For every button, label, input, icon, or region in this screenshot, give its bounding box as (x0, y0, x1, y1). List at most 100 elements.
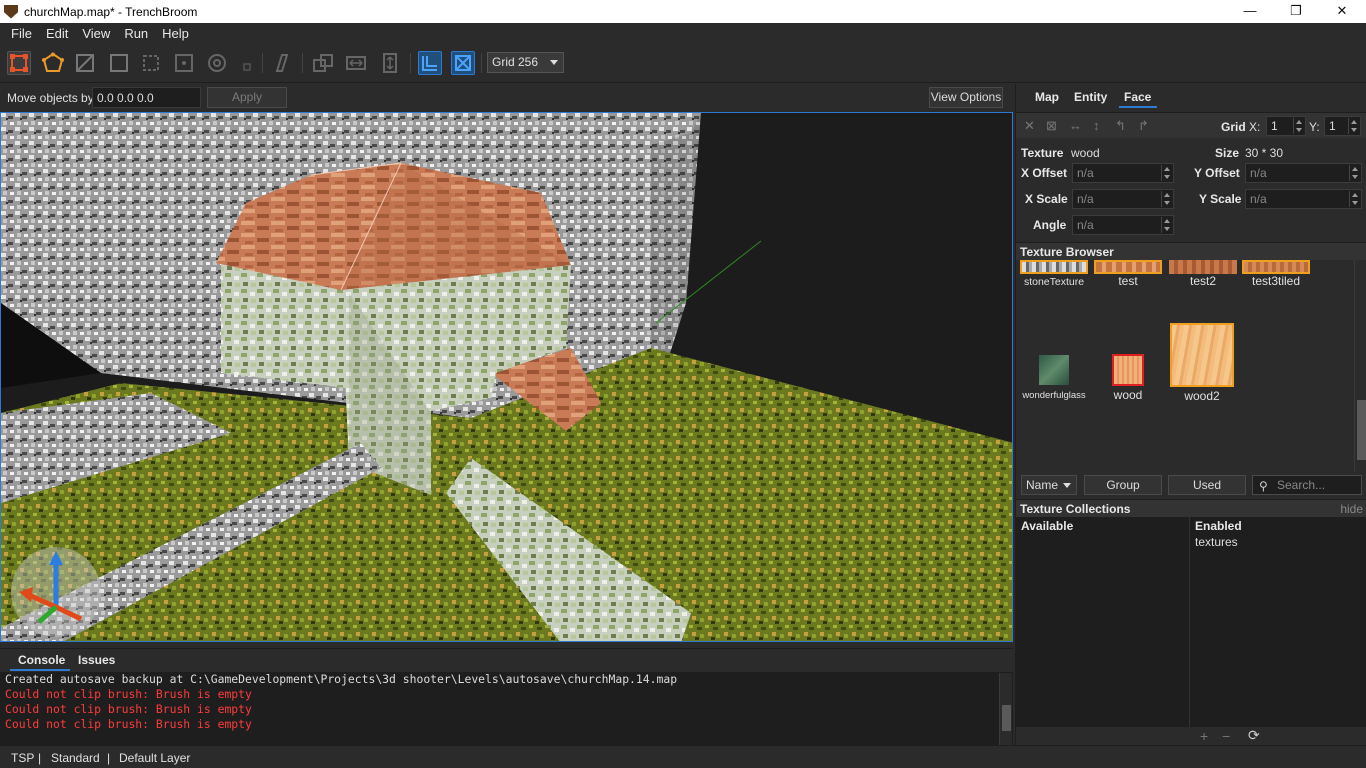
3d-viewport[interactable] (0, 112, 1013, 642)
move-objects-bar: Move objects by 0.0 0.0 0.0 Apply View O… (0, 84, 1013, 112)
texture-item[interactable]: test2 (1168, 260, 1238, 288)
grid-x-label: X: (1249, 120, 1261, 134)
bottom-tab-bar: Console Issues (0, 648, 1013, 672)
tab-console[interactable]: Console (18, 653, 65, 667)
shear-tool-icon[interactable] (235, 51, 259, 75)
move-objects-input[interactable]: 0.0 0.0 0.0 (92, 87, 201, 108)
vertex-tool-icon[interactable] (41, 51, 65, 75)
texture-grid: stoneTexture test test2 test3tiled wonde… (1016, 260, 1354, 472)
console-line: Could not clip brush: Brush is empty (5, 687, 252, 701)
size-label: Size (1215, 146, 1240, 160)
texture-name: wonderfulglass (1022, 390, 1086, 401)
add-collection-icon[interactable]: + (1200, 728, 1208, 744)
tab-entity[interactable]: Entity (1074, 90, 1107, 104)
scrollbar-thumb[interactable] (1002, 705, 1011, 731)
menu-view[interactable]: View (75, 26, 117, 41)
console-scrollbar[interactable] (999, 673, 1012, 745)
scrollbar-thumb[interactable] (1357, 400, 1366, 460)
refresh-icon[interactable]: ⟳ (1248, 727, 1260, 744)
x-scale-field[interactable]: n/a (1072, 189, 1174, 209)
x-scale-label: X Scale (1025, 192, 1068, 206)
clip-tool-icon[interactable] (139, 51, 163, 75)
console-line: Created autosave backup at C:\GameDevelo… (5, 672, 678, 686)
active-tab-indicator (1119, 106, 1157, 108)
rotate-tool-icon[interactable] (172, 51, 196, 75)
texture-lock-icon[interactable] (418, 51, 442, 75)
texture-name: test3tiled (1251, 274, 1301, 288)
y-scale-field[interactable]: n/a (1245, 189, 1362, 209)
minimize-button[interactable]: — (1227, 0, 1273, 23)
collection-item[interactable]: textures (1195, 535, 1238, 549)
menu-file[interactable]: File (4, 26, 39, 41)
menu-edit[interactable]: Edit (39, 26, 75, 41)
texture-thumbnail (1169, 260, 1237, 274)
search-icon: ⚲ (1259, 479, 1268, 493)
search-input[interactable]: ⚲ Search... (1252, 475, 1362, 495)
texture-thumbnail (1170, 323, 1234, 387)
menu-run[interactable]: Run (117, 26, 155, 41)
tab-face[interactable]: Face (1124, 90, 1151, 104)
menu-help[interactable]: Help (155, 26, 196, 41)
chevron-down-icon (1063, 483, 1071, 488)
reset-icon[interactable]: ✕ (1024, 118, 1035, 134)
flip-horizontal-icon[interactable]: ↔ (1069, 118, 1082, 133)
texture-scrollbar[interactable] (1354, 260, 1366, 472)
face-tool-icon[interactable] (107, 51, 131, 75)
status-separator: | (38, 751, 42, 765)
texture-name: test2 (1189, 274, 1216, 288)
texture-item[interactable]: wonderfulglass (1018, 355, 1090, 401)
angle-label: Angle (1033, 218, 1067, 232)
grid-size-dropdown[interactable]: Grid 256 (487, 52, 564, 73)
grid-x-stepper[interactable]: 1 (1266, 116, 1306, 136)
apply-button[interactable]: Apply (207, 87, 287, 108)
texture-item[interactable]: wood2 (1169, 323, 1235, 403)
group-button[interactable]: Group (1084, 475, 1162, 495)
texture-item[interactable]: stoneTexture (1018, 260, 1090, 288)
close-button[interactable]: ✕ (1319, 0, 1365, 23)
flip-horizontal-icon[interactable] (344, 51, 368, 75)
active-tab-indicator (10, 669, 70, 671)
flip-vertical-icon[interactable] (378, 51, 402, 75)
tab-map[interactable]: Map (1035, 90, 1059, 104)
scale-tool-icon[interactable] (205, 51, 229, 75)
y-offset-field[interactable]: n/a (1245, 163, 1362, 183)
status-mode: TSP (11, 751, 35, 765)
grid-y-label: Y: (1309, 120, 1320, 134)
x-offset-field[interactable]: n/a (1072, 163, 1174, 183)
texture-collections-header: Texture Collections hide (1016, 499, 1366, 517)
title-bar: churchMap.map* - TrenchBroom — ❐ ✕ (0, 0, 1366, 23)
texture-browser-header: Texture Browser (1016, 242, 1366, 260)
status-style: Standard (51, 751, 100, 765)
size-value: 30 * 30 (1245, 146, 1284, 160)
console-line: Could not clip brush: Brush is empty (5, 702, 252, 716)
hide-link[interactable]: hide (1340, 502, 1363, 516)
flip-tool-icon[interactable] (270, 51, 294, 75)
remove-collection-icon[interactable]: − (1222, 728, 1230, 744)
view-options-button[interactable]: View Options (929, 87, 1003, 108)
maximize-button[interactable]: ❐ (1273, 0, 1319, 23)
angle-field[interactable]: n/a (1072, 215, 1174, 235)
duplicate-icon[interactable] (311, 51, 335, 75)
toolbar-separator (302, 53, 303, 73)
texture-item[interactable]: test3tiled (1241, 260, 1311, 288)
toolbar-separator (410, 53, 411, 73)
grid-y-stepper[interactable]: 1 (1324, 116, 1361, 136)
tab-issues[interactable]: Issues (78, 653, 115, 667)
edge-tool-icon[interactable] (73, 51, 97, 75)
texture-value: wood (1071, 146, 1100, 160)
texture-thumbnail (1242, 260, 1310, 274)
used-button[interactable]: Used (1168, 475, 1246, 495)
divider (1189, 517, 1190, 727)
rotate-ccw-icon[interactable]: ↰ (1115, 118, 1126, 134)
reset-alignment-icon[interactable]: ⊠ (1046, 118, 1057, 134)
move-tool-icon[interactable] (7, 51, 31, 75)
texture-item[interactable]: wood (1108, 354, 1148, 402)
menu-bar: File Edit View Run Help (0, 23, 1366, 43)
texture-item[interactable]: test (1093, 260, 1163, 288)
uv-lock-icon[interactable] (451, 51, 475, 75)
texture-collections-body: Available Enabled textures (1016, 517, 1366, 727)
sort-dropdown[interactable]: Name (1021, 475, 1077, 495)
rotate-cw-icon[interactable]: ↱ (1138, 118, 1149, 134)
collections-footer: + − ⟳ (1016, 727, 1366, 745)
flip-vertical-icon[interactable]: ↕ (1093, 118, 1100, 133)
